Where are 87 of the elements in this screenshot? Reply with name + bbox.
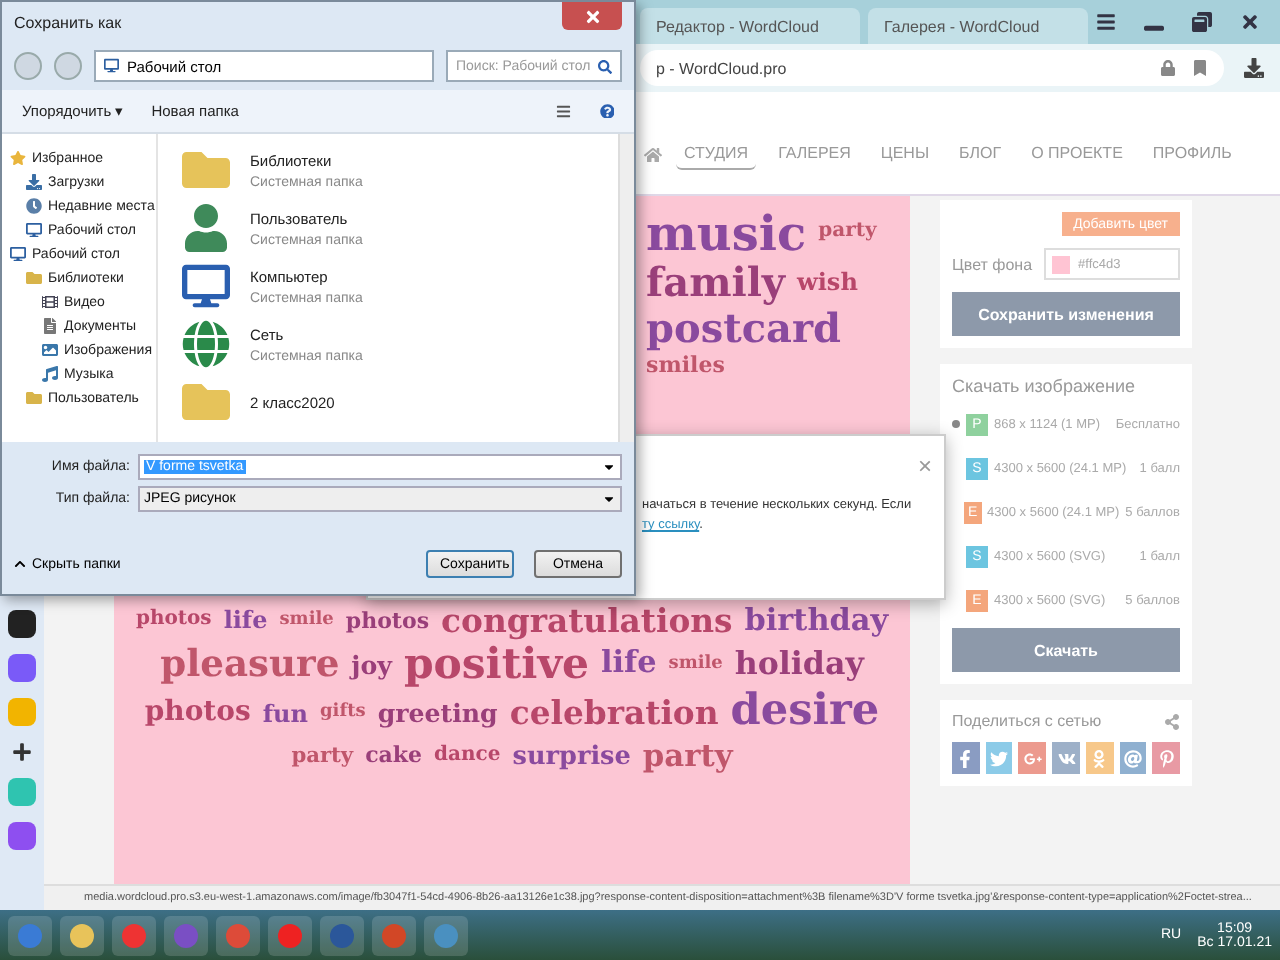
browser-tab[interactable]: Галерея - WordCloud bbox=[868, 8, 1088, 44]
cloud-word: photos bbox=[144, 698, 251, 729]
share-icon[interactable] bbox=[1164, 713, 1180, 729]
dialog-title: Сохранить как bbox=[14, 13, 122, 31]
social-share-icon[interactable] bbox=[1152, 742, 1181, 774]
social-share-icon[interactable] bbox=[985, 742, 1013, 774]
taskbar-app-icon[interactable] bbox=[60, 915, 104, 955]
cloud-word: desire bbox=[730, 690, 880, 737]
folder-icon bbox=[26, 390, 42, 406]
cloud-word: birthday bbox=[744, 605, 889, 638]
bookmark-icon[interactable] bbox=[1192, 60, 1208, 76]
cloud-word: congratulations bbox=[441, 604, 733, 639]
cloud-word: smiles bbox=[646, 354, 725, 378]
view-icon[interactable] bbox=[556, 103, 571, 119]
chevron-icon bbox=[14, 558, 26, 570]
cloud-word: party bbox=[291, 745, 354, 768]
download-icon[interactable] bbox=[1244, 58, 1264, 78]
desktop-icon bbox=[10, 246, 26, 262]
cloud-word: wish bbox=[797, 270, 858, 296]
scrollbar[interactable] bbox=[618, 134, 634, 442]
taskbar-app-icon[interactable] bbox=[216, 915, 260, 955]
cloud-word: photos bbox=[345, 609, 430, 633]
doc-icon bbox=[42, 318, 58, 334]
recent-icon bbox=[26, 198, 42, 214]
cloud-word: life bbox=[223, 608, 268, 634]
social-share-icon[interactable] bbox=[1119, 742, 1147, 774]
taskbar-app-icon[interactable] bbox=[8, 915, 52, 955]
browser-tab[interactable]: Редактор - WordCloud bbox=[640, 8, 860, 44]
cloud-word: photos bbox=[135, 610, 212, 632]
social-share-icon[interactable] bbox=[952, 742, 980, 774]
download-icon bbox=[26, 174, 42, 190]
image-icon bbox=[42, 342, 58, 358]
cloud-word: smile bbox=[668, 655, 723, 675]
cloud-word: cake bbox=[365, 744, 423, 768]
network-icon bbox=[182, 320, 230, 368]
cloud-word: fun bbox=[262, 701, 308, 727]
cloud-word: joy bbox=[351, 651, 392, 678]
social-share-icon[interactable] bbox=[1052, 742, 1080, 774]
dropdown-icon[interactable] bbox=[602, 492, 616, 506]
cloud-word: party bbox=[642, 740, 733, 773]
restore-icon[interactable] bbox=[1192, 12, 1212, 32]
video-icon bbox=[42, 294, 58, 310]
social-share-icon[interactable] bbox=[1018, 742, 1047, 774]
cloud-word: party bbox=[818, 222, 877, 244]
desktop-icon bbox=[104, 58, 119, 74]
close-icon[interactable] bbox=[1240, 12, 1260, 32]
cloud-word: gifts bbox=[320, 704, 366, 724]
cloud-word: surprise bbox=[512, 743, 631, 770]
cloud-word: dance bbox=[434, 745, 501, 767]
close-button[interactable] bbox=[562, 2, 622, 30]
cloud-word: holiday bbox=[734, 648, 864, 682]
search-icon bbox=[598, 59, 612, 73]
user-icon bbox=[182, 204, 230, 252]
taskbar-app-icon[interactable] bbox=[112, 915, 156, 955]
cloud-word: postcard bbox=[646, 308, 841, 351]
card-title: Поделиться с сетью bbox=[952, 712, 1104, 730]
cloud-word: greeting bbox=[377, 700, 498, 727]
cloud-word: pleasure bbox=[160, 645, 340, 685]
dropdown-icon[interactable] bbox=[602, 460, 616, 474]
computer-icon bbox=[182, 262, 230, 310]
home-icon[interactable] bbox=[644, 146, 662, 164]
library-icon bbox=[182, 146, 230, 194]
cloud-word: music bbox=[646, 208, 807, 259]
cloud-word: positive bbox=[403, 642, 589, 687]
close-icon bbox=[583, 7, 601, 25]
cloud-word: smile bbox=[279, 611, 334, 631]
library-icon bbox=[26, 270, 42, 286]
address-bar[interactable]: p - WordCloud.pro bbox=[640, 50, 1224, 86]
taskbar-app-icon[interactable] bbox=[320, 915, 364, 955]
music-icon bbox=[42, 366, 58, 382]
menu-icon[interactable] bbox=[1096, 12, 1116, 32]
cloud-word: life bbox=[601, 648, 657, 681]
forward-button[interactable] bbox=[54, 52, 82, 80]
add-icon[interactable] bbox=[12, 742, 32, 762]
star-icon bbox=[10, 150, 26, 166]
folder-icon bbox=[182, 378, 230, 426]
desktop-icon bbox=[26, 222, 42, 238]
field-label: Цвет фона bbox=[952, 255, 1033, 273]
social-share-icon[interactable] bbox=[1085, 742, 1114, 774]
taskbar-app-icon[interactable] bbox=[424, 915, 468, 955]
sidebar-app-icon[interactable] bbox=[8, 610, 36, 638]
help-icon[interactable] bbox=[599, 103, 614, 119]
back-button[interactable] bbox=[14, 52, 42, 80]
cloud-word: celebration bbox=[509, 696, 719, 731]
cloud-word: family bbox=[646, 262, 786, 305]
card-title: Скачать изображение bbox=[952, 376, 1138, 396]
lock-icon[interactable] bbox=[1160, 60, 1176, 76]
